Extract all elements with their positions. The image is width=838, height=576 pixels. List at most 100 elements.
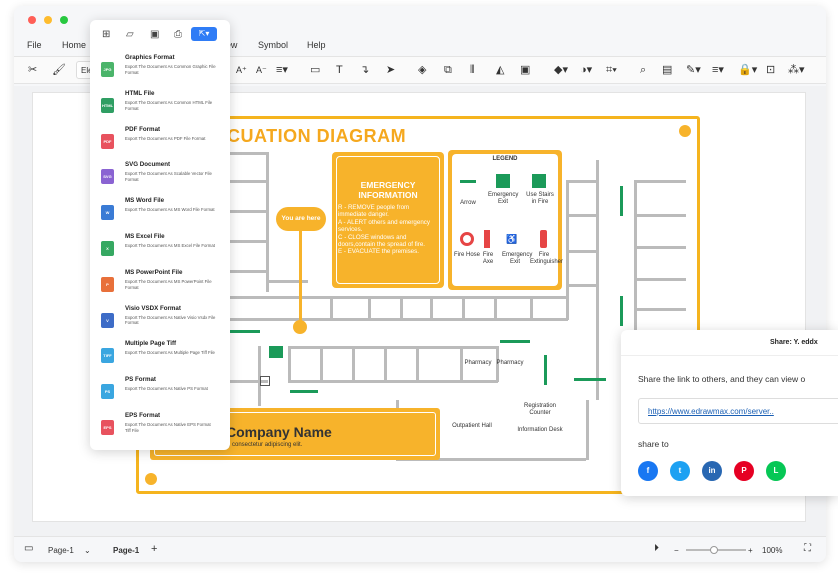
lock-icon[interactable]: 🔒▾ (738, 63, 757, 77)
add-page-button[interactable]: + (151, 543, 157, 555)
export-format-desc: Export The Document As MS PowerPoint Fil… (125, 278, 212, 290)
exit-arrow (228, 330, 260, 333)
pinterest-icon[interactable]: P (734, 461, 754, 481)
distribute-icon[interactable]: ⫴ (470, 63, 475, 77)
rectangle-icon[interactable]: ▭ (310, 63, 320, 77)
file-format-icon: PDF (101, 133, 114, 149)
linkedin-icon[interactable]: in (702, 461, 722, 481)
line-color-icon[interactable]: ✎▾ (686, 63, 701, 77)
file-format-icon: X (101, 241, 114, 256)
search-icon[interactable]: ⌕ (640, 63, 646, 77)
pointer-icon[interactable]: ➤ (386, 63, 395, 77)
print-icon[interactable]: ⎙ (174, 29, 182, 40)
company-name: Company Name (226, 424, 332, 440)
wall (430, 296, 433, 320)
crop-icon[interactable]: ⌗▾ (606, 63, 617, 77)
share-link[interactable]: https://www.edrawmax.com/server.. (648, 407, 774, 416)
close-window-icon[interactable] (28, 16, 36, 24)
new-file-icon[interactable]: ⊞ (102, 29, 110, 40)
page-tab[interactable]: Page-1 (113, 546, 139, 555)
wall (566, 214, 596, 217)
zoom-slider-handle[interactable] (710, 546, 718, 554)
wall (566, 284, 596, 287)
share-link-field[interactable]: https://www.edrawmax.com/server.. (638, 398, 838, 424)
exit-arrow (574, 378, 606, 381)
find-replace-icon[interactable]: ▤ (662, 63, 672, 77)
wall (596, 160, 599, 400)
save-icon[interactable]: ▣ (150, 29, 159, 40)
export-format-item[interactable]: PDF PDF Format Export The Document As PDF … (98, 126, 222, 160)
legend-label: Fire Hose (454, 252, 481, 258)
open-folder-icon[interactable]: ▱ (126, 29, 134, 40)
menu-symbol[interactable]: Symbol (258, 40, 288, 50)
more-tools-icon[interactable]: ⁂▾ (788, 63, 805, 77)
wall (634, 180, 686, 183)
image-icon[interactable]: ▣ (520, 63, 530, 77)
wall (566, 250, 596, 253)
export-menu-toolbar: ⊞ ▱ ▣ ⎙ ⇱▾ (90, 26, 230, 46)
wall (228, 152, 268, 155)
menu-help[interactable]: Help (307, 40, 326, 50)
export-format-desc: Export The Document As Native EPS Format… (125, 422, 211, 433)
line-icon[interactable]: L (766, 461, 786, 481)
export-format-item[interactable]: JPG Graphics Format Export The Document As… (98, 54, 222, 88)
menu-file[interactable]: File (27, 40, 42, 50)
wall (462, 296, 465, 320)
group-icon[interactable]: ⧉ (444, 63, 452, 77)
fit-icon[interactable]: ⊡ (766, 63, 775, 77)
line-style-icon[interactable]: ≡▾ (712, 63, 724, 77)
zoom-level[interactable]: 100% (762, 546, 782, 555)
maximize-window-icon[interactable] (60, 16, 68, 24)
format-painter-icon[interactable]: 🖌 (52, 63, 66, 77)
wall (634, 246, 686, 249)
export-format-item[interactable]: TIFF Multiple Page Tiff Export The Documen… (98, 340, 222, 374)
wall (228, 240, 268, 243)
font-grow-icon[interactable]: A⁺ (236, 63, 247, 77)
fullscreen-icon[interactable]: ⛶ (804, 543, 811, 554)
export-format-item[interactable]: PS PS Format Export The Document As Native… (98, 376, 222, 410)
menu-home[interactable]: Home (62, 40, 86, 50)
page-select[interactable]: Page-1 (48, 546, 74, 555)
exit-arrow (290, 390, 318, 393)
fill-color-icon[interactable]: ◆▾ (554, 63, 568, 77)
font-shrink-icon[interactable]: A⁻ (256, 63, 267, 77)
twitter-icon[interactable]: t (670, 461, 690, 481)
corner-dot (145, 473, 157, 485)
export-format-desc: Export The Document As MS Word File Form… (125, 207, 215, 213)
minimize-window-icon[interactable] (44, 16, 52, 24)
exit-arrow (500, 340, 530, 343)
export-button[interactable]: ⇱▾ (191, 27, 217, 41)
room-label: Information Desk (517, 427, 563, 433)
text-icon[interactable]: T (336, 63, 343, 77)
play-icon[interactable]: ⏵ (654, 543, 659, 554)
export-format-item[interactable]: SVG SVG Document Export The Document As Sc… (98, 161, 222, 195)
export-format-item[interactable]: P MS PowerPoint File Export The Document A… (98, 269, 222, 303)
share-header: Share: Y. eddx (621, 330, 838, 356)
export-format-item[interactable]: W MS Word File Export The Document As MS W… (98, 197, 222, 231)
wall (228, 210, 268, 213)
file-format-icon: SVG (101, 169, 114, 185)
wall (634, 214, 686, 217)
align-icon[interactable]: ≡▾ (276, 63, 288, 77)
facebook-icon[interactable]: f (638, 461, 658, 481)
zoom-out-button[interactable]: − (674, 546, 679, 555)
zoom-in-button[interactable]: + (748, 546, 753, 555)
export-format-desc: Export The Document As MS Excel File For… (125, 243, 215, 248)
export-format-item[interactable]: V Visio VSDX Format Export The Document As… (98, 305, 222, 339)
wall (228, 180, 268, 183)
cut-icon[interactable]: ✂ (28, 63, 37, 77)
chevron-down-icon[interactable]: ⌄ (84, 546, 91, 555)
zoom-slider[interactable] (686, 546, 746, 554)
wall (352, 346, 355, 382)
page-layout-icon[interactable]: ▭ (24, 543, 33, 554)
export-format-title: HTML File (125, 89, 155, 97)
connector-icon[interactable]: ↴ (360, 63, 369, 77)
flip-icon[interactable]: ◭ (496, 63, 504, 77)
export-format-title: PS Format (125, 376, 156, 384)
export-format-item[interactable]: HTML HTML File Export The Document As Comm… (98, 90, 222, 124)
shape-style-icon[interactable]: ◑▾ (580, 63, 592, 77)
layers-icon[interactable]: ◈ (418, 63, 426, 77)
export-format-item[interactable]: EPS EPS Format Export The Document As Nati… (98, 412, 222, 446)
export-format-title: EPS Format (125, 412, 161, 419)
export-format-item[interactable]: X MS Excel File Export The Document As MS … (98, 233, 222, 267)
